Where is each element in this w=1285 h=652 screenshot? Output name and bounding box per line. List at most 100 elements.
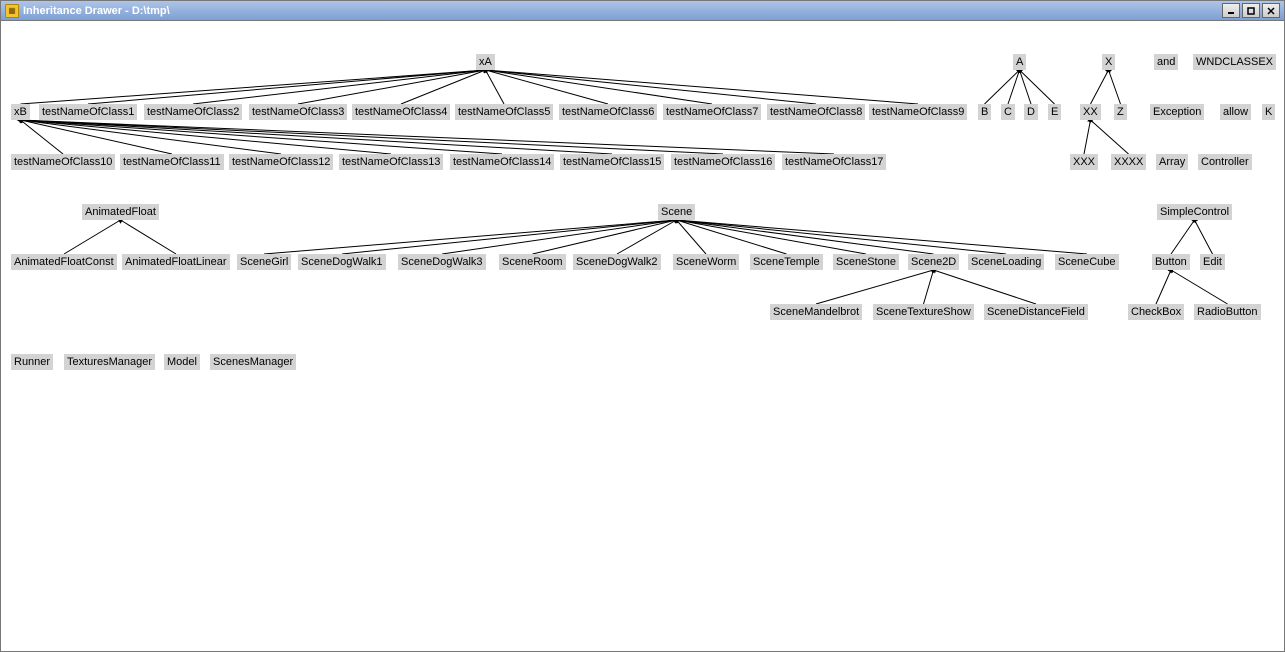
inheritance-edge [934,270,1037,304]
class-node[interactable]: testNameOfClass11 [120,154,224,170]
class-node[interactable]: testNameOfClass6 [559,104,657,120]
inheritance-edge [1171,270,1228,304]
class-node[interactable]: SceneStone [833,254,899,270]
class-node[interactable]: SceneTextureShow [873,304,974,320]
inheritance-edge [442,220,677,254]
class-node[interactable]: testNameOfClass3 [249,104,347,120]
class-node[interactable]: Button [1152,254,1190,270]
class-node[interactable]: testNameOfClass15 [560,154,664,170]
window-title: Inheritance Drawer - D:\tmp\ [23,5,1222,17]
class-node[interactable]: A [1013,54,1026,70]
class-node[interactable]: SceneWorm [673,254,739,270]
class-node[interactable]: testNameOfClass8 [767,104,865,120]
class-node[interactable]: Z [1114,104,1127,120]
app-icon: ▦ [5,4,19,18]
class-node[interactable]: RadioButton [1194,304,1261,320]
inheritance-edge [21,120,724,154]
class-node[interactable]: and [1154,54,1178,70]
class-node[interactable]: SceneDogWalk3 [398,254,486,270]
class-node[interactable]: testNameOfClass16 [671,154,775,170]
class-node[interactable]: testNameOfClass17 [782,154,886,170]
class-node[interactable]: Scene [658,204,695,220]
class-node[interactable]: SceneCube [1055,254,1119,270]
class-node[interactable]: SimpleControl [1157,204,1232,220]
class-node[interactable]: Exception [1150,104,1204,120]
class-node[interactable]: testNameOfClass7 [663,104,761,120]
minimize-button[interactable] [1222,3,1240,18]
inheritance-edge [21,70,486,104]
class-node[interactable]: SceneGirl [237,254,291,270]
maximize-button[interactable] [1242,3,1260,18]
inheritance-edge [486,70,713,104]
class-node[interactable]: XXX [1070,154,1098,170]
class-node[interactable]: testNameOfClass9 [869,104,967,120]
inheritance-edge [677,220,1088,254]
inheritance-edge [677,220,867,254]
inheritance-edge [486,70,609,104]
class-node[interactable]: XXXX [1111,154,1146,170]
class-node[interactable]: testNameOfClass12 [229,154,333,170]
window: ▦ Inheritance Drawer - D:\tmp\ xA A Xand WN… [0,0,1285,652]
inheritance-edge [677,220,1007,254]
class-node[interactable]: B [978,104,991,120]
close-button[interactable] [1262,3,1280,18]
class-node[interactable]: TexturesManager [64,354,155,370]
class-node[interactable]: SceneTemple [750,254,823,270]
class-node[interactable]: testNameOfClass1 [39,104,137,120]
inheritance-edge [677,220,707,254]
class-node[interactable]: SceneDogWalk1 [298,254,386,270]
class-node[interactable]: SceneLoading [968,254,1044,270]
inheritance-edge [64,220,121,254]
class-node[interactable]: C [1001,104,1015,120]
inheritance-edge [1171,220,1195,254]
inheritance-edge [1156,270,1171,304]
titlebar[interactable]: ▦ Inheritance Drawer - D:\tmp\ [1,1,1284,21]
class-node[interactable]: AnimatedFloatConst [11,254,117,270]
class-node[interactable]: Model [164,354,200,370]
class-node[interactable]: E [1048,104,1061,120]
class-node[interactable]: testNameOfClass5 [455,104,553,120]
class-node[interactable]: testNameOfClass13 [339,154,443,170]
class-node[interactable]: allow [1220,104,1251,120]
inheritance-edge [816,270,934,304]
class-node[interactable]: WNDCLASSEX [1193,54,1276,70]
inheritance-edge [985,70,1020,104]
class-node[interactable]: testNameOfClass4 [352,104,450,120]
inheritance-edge [88,70,486,104]
class-node[interactable]: CheckBox [1128,304,1184,320]
class-node[interactable]: K [1262,104,1275,120]
class-node[interactable]: Controller [1198,154,1252,170]
class-node[interactable]: Array [1156,154,1188,170]
inheritance-edge [1091,120,1129,154]
class-node[interactable]: testNameOfClass10 [11,154,115,170]
inheritance-edge [401,70,486,104]
inheritance-edge [1008,70,1020,104]
inheritance-edge [21,120,835,154]
class-node[interactable]: ScenesManager [210,354,296,370]
inheritance-edge [21,120,392,154]
inheritance-edge [486,70,817,104]
class-node[interactable]: XX [1080,104,1101,120]
class-node[interactable]: Scene2D [908,254,959,270]
inheritance-edge [342,220,677,254]
class-node[interactable]: AnimatedFloatLinear [122,254,230,270]
class-node[interactable]: X [1102,54,1115,70]
class-node[interactable]: xA [476,54,495,70]
class-node[interactable]: Runner [11,354,53,370]
class-node[interactable]: SceneDistanceField [984,304,1088,320]
class-node[interactable]: SceneRoom [499,254,566,270]
diagram-canvas[interactable]: xA A Xand WNDCLASSEX xB testNameOfClass1 testN… [1,21,1284,651]
inheritance-edge [486,70,505,104]
inheritance-edge [1020,70,1055,104]
class-node[interactable]: SceneMandelbrot [770,304,862,320]
class-node[interactable]: xB [11,104,30,120]
class-node[interactable]: D [1024,104,1038,120]
class-node[interactable]: SceneDogWalk2 [573,254,661,270]
inheritance-edge [264,220,677,254]
class-node[interactable]: AnimatedFloat [82,204,159,220]
class-node[interactable]: testNameOfClass2 [144,104,242,120]
class-node[interactable]: testNameOfClass14 [450,154,554,170]
inheritance-edge [298,70,486,104]
class-node[interactable]: Edit [1200,254,1225,270]
inheritance-edge [1084,120,1091,154]
